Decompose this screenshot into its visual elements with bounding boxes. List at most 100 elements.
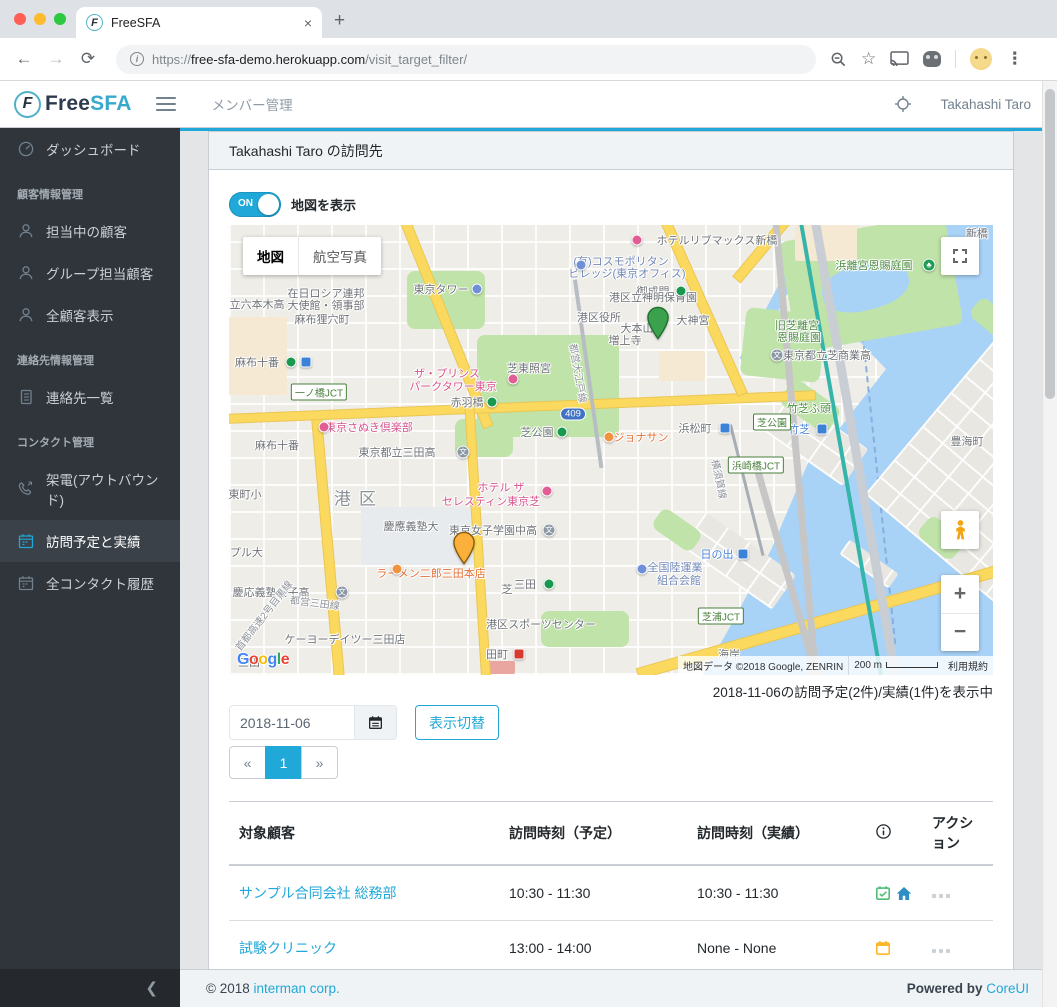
nav-member-management[interactable]: メンバー管理 bbox=[212, 94, 293, 114]
back-icon[interactable]: ← bbox=[8, 49, 40, 69]
sidebar-minimizer[interactable]: ❮ bbox=[0, 969, 180, 1007]
map-scale: 200 m bbox=[848, 656, 943, 675]
card-title: Takahashi Taro の訪問先 bbox=[209, 132, 1013, 170]
actual-time: None - None bbox=[687, 920, 865, 969]
map-type-satellite-button[interactable]: 航空写真 bbox=[298, 237, 381, 275]
pagination-next[interactable]: » bbox=[301, 746, 338, 779]
map-terms-link[interactable]: 利用規約 bbox=[943, 656, 993, 675]
window-scrollbar[interactable] bbox=[1042, 81, 1057, 1007]
map-label: 大神宮 bbox=[676, 315, 710, 327]
window-close-button[interactable] bbox=[14, 13, 26, 25]
sidebar-item-label: 全コンタクト履歴 bbox=[46, 577, 154, 592]
map-label: 港区 bbox=[334, 489, 384, 509]
profile-avatar[interactable] bbox=[970, 48, 993, 70]
zoom-out-button[interactable]: − bbox=[941, 614, 979, 652]
pagination-prev[interactable]: « bbox=[229, 746, 266, 779]
sidebar-item-my-customers[interactable]: 担当中の顧客 bbox=[0, 210, 180, 252]
sta-green-icon bbox=[556, 426, 568, 438]
map-label: 浜松町 bbox=[678, 423, 712, 435]
browser-tab[interactable]: F FreeSFA × bbox=[76, 7, 322, 38]
col-planned: 訪問時刻（予定） bbox=[499, 801, 687, 866]
brand-name[interactable]: FreeSFA bbox=[45, 92, 132, 116]
calendar-icon bbox=[18, 534, 34, 549]
pegman-icon bbox=[955, 520, 965, 540]
col-info bbox=[865, 801, 922, 866]
row-actions-button[interactable] bbox=[932, 949, 936, 953]
customer-link[interactable]: サンプル合同会社 総務部 bbox=[229, 865, 499, 921]
sta-green-icon bbox=[285, 356, 297, 368]
browser-menu-icon[interactable]: ⋮ bbox=[1006, 50, 1023, 67]
customer-link[interactable]: 試験クリニック bbox=[229, 920, 499, 969]
school-icon: 文 bbox=[542, 523, 556, 537]
divider bbox=[955, 50, 957, 68]
map-attribution: 地図データ ©2018 Google, ZENRIN 200 m 利用規約 bbox=[678, 656, 993, 675]
map-fullscreen-button[interactable] bbox=[941, 237, 979, 275]
company-link[interactable]: interman corp. bbox=[254, 981, 340, 996]
pin-pink-icon bbox=[507, 373, 519, 385]
address-bar[interactable]: i https://free-sfa-demo.herokuapp.com/vi… bbox=[116, 44, 816, 74]
map-marker-green[interactable] bbox=[647, 306, 669, 345]
pin-blue-icon bbox=[636, 563, 648, 575]
map-data-credit: 地図データ ©2018 Google, ZENRIN bbox=[678, 656, 849, 675]
new-tab-button[interactable]: + bbox=[334, 8, 345, 34]
sidebar-item-outbound-calls[interactable]: 架電(アウトバウンド) bbox=[0, 458, 180, 520]
calendar-picker-button[interactable] bbox=[355, 705, 397, 740]
google-logo[interactable]: Google bbox=[237, 651, 290, 669]
sidebar-item-label: 訪問予定と実績 bbox=[46, 535, 141, 550]
map-label: 麻布十番 bbox=[235, 357, 279, 369]
sidebar-item-contact-history[interactable]: 全コンタクト履歴 bbox=[0, 562, 180, 604]
coreui-link[interactable]: CoreUI bbox=[986, 981, 1029, 996]
info-circle-icon bbox=[876, 824, 891, 839]
map-label: 麻布十番 bbox=[255, 440, 299, 452]
sidebar-item-group-customers[interactable]: グループ担当顧客 bbox=[0, 252, 180, 294]
window-zoom-button[interactable] bbox=[54, 13, 66, 25]
col-action: アクション bbox=[922, 801, 993, 866]
reload-icon[interactable]: ⟳ bbox=[72, 49, 104, 69]
pagination-page-1[interactable]: 1 bbox=[265, 746, 302, 779]
sidebar-item-all-customers[interactable]: 全顧客表示 bbox=[0, 294, 180, 336]
powered-by: Powered by CoreUI bbox=[906, 981, 1029, 996]
bookmark-star-icon[interactable]: ☆ bbox=[861, 49, 876, 69]
tab-close-icon[interactable]: × bbox=[304, 15, 312, 31]
toggle-knob bbox=[258, 194, 279, 215]
user-name[interactable]: Takahashi Taro bbox=[940, 97, 1031, 112]
extension-icon[interactable] bbox=[923, 51, 942, 67]
map-pegman-button[interactable] bbox=[941, 511, 979, 549]
map-label: 港区スポーツセンター bbox=[486, 619, 596, 631]
map-toggle[interactable]: ON bbox=[229, 192, 281, 217]
row-actions-button[interactable] bbox=[932, 894, 936, 898]
scrollbar-thumb[interactable] bbox=[1045, 89, 1055, 399]
zoom-in-button[interactable]: + bbox=[941, 575, 979, 614]
sidebar-item-dashboard[interactable]: ダッシュボード bbox=[0, 128, 180, 170]
map-type-control[interactable]: 地図 航空写真 bbox=[243, 237, 381, 275]
sidebar-item-contact-list[interactable]: 連絡先一覧 bbox=[0, 376, 180, 418]
page-info-icon[interactable]: i bbox=[130, 52, 144, 66]
pin-orange-icon bbox=[391, 563, 403, 575]
map-label: 浜離宮恩賜庭園 bbox=[835, 260, 913, 272]
map-label: 港区役所 bbox=[577, 312, 621, 324]
map-type-map-button[interactable]: 地図 bbox=[243, 237, 298, 275]
sidebar-toggle-icon[interactable] bbox=[155, 97, 176, 111]
sta-green-icon bbox=[675, 285, 687, 297]
chevron-left-icon: ❮ bbox=[145, 980, 158, 997]
map-label: 芝浦JCT bbox=[697, 607, 745, 625]
map-label: ケーヨーデイツー三田店 bbox=[284, 634, 406, 646]
window-minimize-button[interactable] bbox=[34, 13, 46, 25]
app-header: F FreeSFA メンバー管理 Takahashi Taro bbox=[0, 81, 1057, 128]
pin-orange-icon bbox=[603, 431, 615, 443]
sidebar-item-visit-schedule[interactable]: 訪問予定と実績 bbox=[0, 520, 180, 562]
actual-time: 10:30 - 11:30 bbox=[687, 865, 865, 921]
google-map[interactable]: ホテルリブマックス新橋 新橋 (有)コスモポリタン ビレッジ(東京オフィス) 御成門 浜離… bbox=[229, 225, 993, 675]
map-zoom-control[interactable]: + − bbox=[941, 575, 979, 651]
locate-icon[interactable] bbox=[894, 95, 912, 113]
display-switch-button[interactable]: 表示切替 bbox=[415, 705, 499, 740]
forward-icon[interactable]: → bbox=[40, 49, 72, 69]
cast-icon[interactable] bbox=[890, 51, 909, 67]
calendar-icon bbox=[875, 941, 891, 956]
date-input[interactable] bbox=[229, 705, 355, 740]
zoom-out-icon[interactable] bbox=[830, 51, 847, 68]
map-marker-yellow[interactable] bbox=[453, 531, 475, 570]
map-label: 芝 bbox=[501, 584, 513, 596]
freesfa-logo-icon[interactable]: F bbox=[14, 90, 41, 118]
browser-toolbar: ← → ⟳ i https://free-sfa-demo.herokuapp.… bbox=[0, 38, 1057, 81]
